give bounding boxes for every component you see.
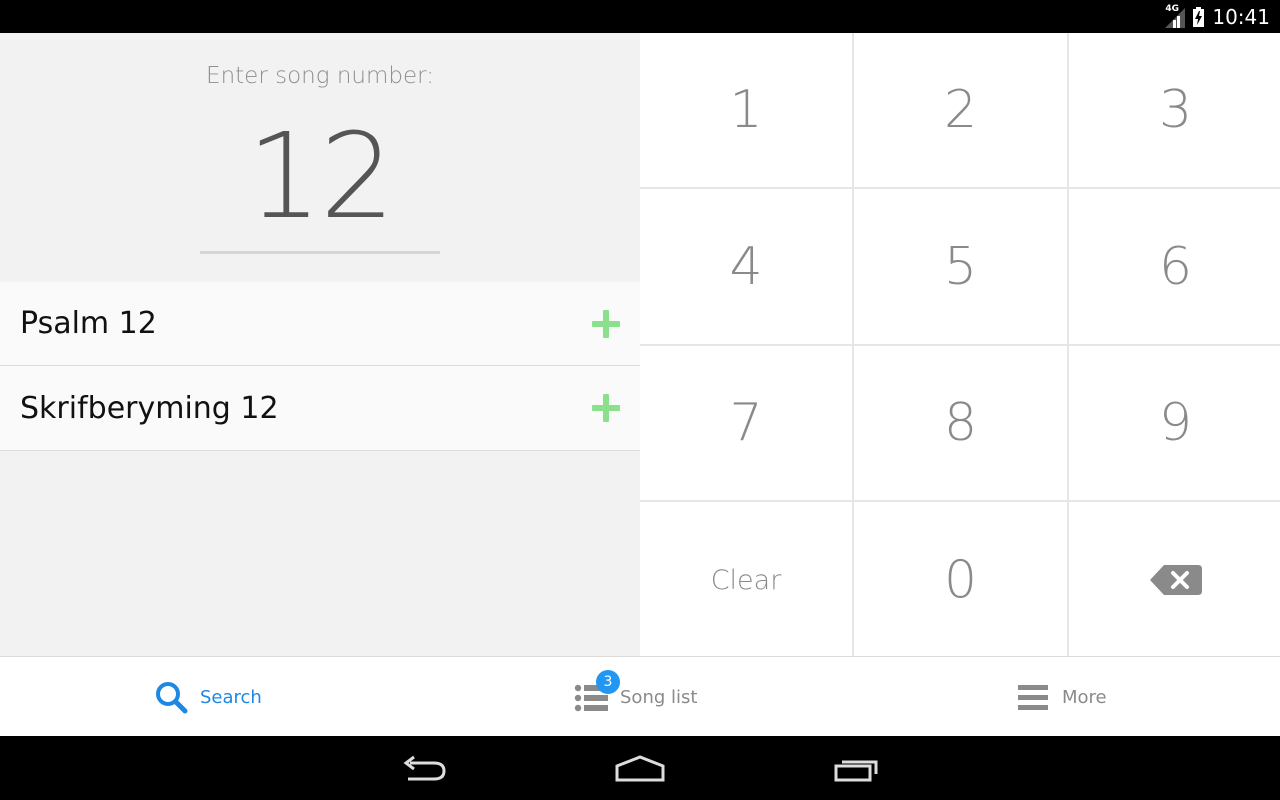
song-count-badge: 3 <box>596 670 620 694</box>
add-icon[interactable] <box>592 394 620 422</box>
key-5[interactable]: 5 <box>854 189 1067 344</box>
key-6[interactable]: 6 <box>1069 189 1280 344</box>
result-row[interactable]: Skrifberyming 12 <box>0 366 640 451</box>
search-pane: Enter song number: 12 Psalm 12 Skrifbery… <box>0 33 640 656</box>
result-title: Psalm 12 <box>20 306 157 341</box>
clock: 10:41 <box>1212 4 1270 29</box>
menu-icon <box>1018 685 1048 710</box>
backspace-icon <box>1149 565 1202 595</box>
nav-more-label: More <box>1062 686 1107 708</box>
bottom-nav: Search 3 Song list More <box>0 656 1280 736</box>
key-4[interactable]: 4 <box>640 189 852 344</box>
add-icon[interactable] <box>592 309 620 338</box>
key-8[interactable]: 8 <box>854 346 1067 500</box>
nav-search[interactable]: Search <box>154 657 262 737</box>
nav-search-label: Search <box>200 686 262 708</box>
recent-apps-icon[interactable] <box>832 754 880 784</box>
back-icon[interactable] <box>400 754 448 784</box>
song-number-display: 12 <box>246 107 395 245</box>
result-row[interactable]: Psalm 12 <box>0 282 640 366</box>
status-bar: 4G 10:41 <box>0 0 1280 33</box>
song-number-prompt: Enter song number: <box>206 63 434 89</box>
key-9[interactable]: 9 <box>1069 346 1280 500</box>
backspace-button[interactable] <box>1069 502 1280 658</box>
status-icons: 4G 10:41 <box>1165 0 1270 33</box>
network-type: 4G <box>1165 3 1180 14</box>
key-2[interactable]: 2 <box>854 33 1067 187</box>
numeric-keypad: 1 2 3 4 5 6 7 8 9 Clear 0 <box>640 33 1280 658</box>
nav-song-list[interactable]: 3 Song list <box>574 657 697 737</box>
key-7[interactable]: 7 <box>640 346 852 500</box>
nav-more[interactable]: More <box>1016 657 1107 737</box>
system-nav-bar <box>0 736 1280 800</box>
key-1[interactable]: 1 <box>640 33 852 187</box>
home-icon[interactable] <box>614 754 666 784</box>
list-icon: 3 <box>574 670 620 714</box>
app-content: Enter song number: 12 Psalm 12 Skrifbery… <box>0 33 1280 736</box>
signal-icon: 4G <box>1165 3 1186 28</box>
search-icon <box>156 682 188 714</box>
nav-song-list-label: Song list <box>620 686 698 708</box>
clear-button[interactable]: Clear <box>640 502 852 658</box>
key-0[interactable]: 0 <box>854 502 1067 658</box>
number-underline <box>200 251 440 254</box>
battery-charging-icon <box>1193 6 1205 27</box>
result-title: Skrifberyming 12 <box>20 390 279 426</box>
search-results: Psalm 12 Skrifberyming 12 <box>0 282 640 451</box>
key-3[interactable]: 3 <box>1069 33 1280 187</box>
